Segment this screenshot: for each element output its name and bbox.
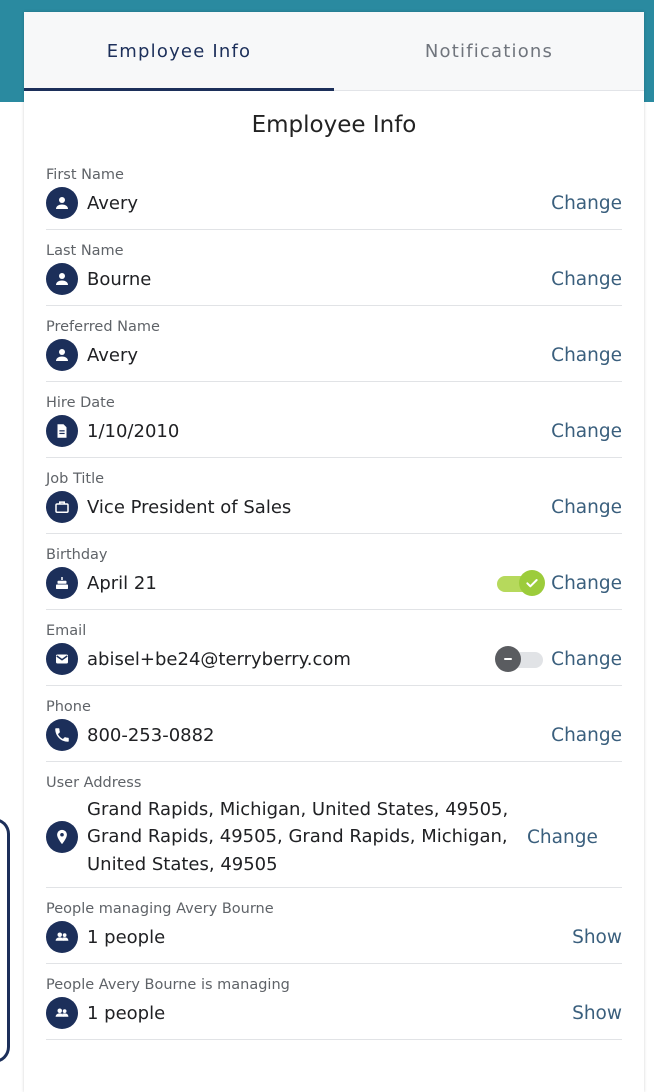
field-label: Birthday: [46, 547, 108, 563]
field-value: 1/10/2010: [87, 420, 180, 442]
field-phone: Phone 800-253-0882 Change: [46, 686, 622, 762]
change-last-name-button[interactable]: Change: [551, 269, 622, 290]
field-user-address: User Address Grand Rapids, Michigan, Uni…: [46, 762, 622, 888]
tab-bar: Employee Info Notifications: [24, 12, 644, 91]
field-label: Email: [46, 623, 87, 639]
document-icon: [46, 415, 78, 447]
field-first-name: First Name Avery Change: [46, 154, 622, 230]
change-email-button[interactable]: Change: [551, 649, 622, 670]
show-managers-button[interactable]: Show: [572, 927, 622, 948]
phone-icon: [46, 719, 78, 751]
envelope-icon: [46, 643, 78, 675]
people-icon: [46, 921, 78, 953]
field-value: 1 people: [87, 926, 166, 948]
employee-info-panel: Employee Info Notifications Employee Inf…: [24, 12, 644, 1092]
briefcase-icon: [46, 491, 78, 523]
show-direct-reports-button[interactable]: Show: [572, 1003, 622, 1024]
tab-notifications[interactable]: Notifications: [334, 12, 644, 90]
email-visibility-toggle[interactable]: [495, 643, 545, 675]
field-value: abisel+be24@terryberry.com: [87, 648, 351, 670]
birthday-visibility-toggle[interactable]: [495, 567, 546, 599]
person-icon: [46, 339, 78, 371]
field-label: People managing Avery Bourne: [46, 901, 274, 917]
check-icon: [519, 570, 546, 596]
field-label: First Name: [46, 167, 124, 183]
tab-employee-info[interactable]: Employee Info: [24, 12, 334, 91]
field-value: Vice President of Sales: [87, 496, 292, 518]
background-outline-card: [0, 818, 10, 1063]
section-title: Employee Info: [251, 112, 417, 138]
field-people-managed: People Avery Bourne is managing 1 people…: [46, 964, 622, 1040]
change-first-name-button[interactable]: Change: [551, 193, 622, 214]
person-icon: [46, 263, 78, 295]
field-label: People Avery Bourne is managing: [46, 977, 290, 993]
field-label: Phone: [46, 699, 91, 715]
field-value: Bourne: [87, 268, 152, 290]
field-preferred-name: Preferred Name Avery Change: [46, 306, 622, 382]
field-birthday: Birthday April 21 Change: [46, 534, 622, 610]
field-label: Job Title: [46, 471, 105, 487]
field-value: Grand Rapids, Michigan, United States, 4…: [87, 798, 509, 875]
field-label: User Address: [46, 775, 142, 791]
change-preferred-name-button[interactable]: Change: [551, 345, 622, 366]
field-list: First Name Avery Change Last Name Bourne…: [24, 154, 644, 1040]
person-icon: [46, 187, 78, 219]
field-label: Hire Date: [46, 395, 115, 411]
field-last-name: Last Name Bourne Change: [46, 230, 622, 306]
change-job-title-button[interactable]: Change: [551, 497, 622, 518]
change-hire-date-button[interactable]: Change: [551, 421, 622, 442]
change-birthday-button[interactable]: Change: [551, 573, 622, 594]
location-pin-icon: [46, 821, 78, 853]
field-job-title: Job Title Vice President of Sales Change: [46, 458, 622, 534]
cake-icon: [46, 567, 78, 599]
field-people-managing: People managing Avery Bourne 1 people Sh…: [46, 888, 622, 964]
field-value: April 21: [87, 572, 157, 594]
field-value: 800-253-0882: [87, 724, 215, 746]
field-email: Email abisel+be24@terryberry.com Change: [46, 610, 622, 686]
field-value: 1 people: [87, 1002, 166, 1024]
change-user-address-button[interactable]: Change: [527, 827, 598, 848]
field-value: Avery: [87, 192, 139, 214]
field-label: Preferred Name: [46, 319, 160, 335]
people-icon: [46, 997, 78, 1029]
field-hire-date: Hire Date 1/10/2010 Change: [46, 382, 622, 458]
field-label: Last Name: [46, 243, 124, 259]
field-value: Avery: [87, 344, 139, 366]
minus-icon: [495, 646, 522, 672]
change-phone-button[interactable]: Change: [551, 725, 622, 746]
